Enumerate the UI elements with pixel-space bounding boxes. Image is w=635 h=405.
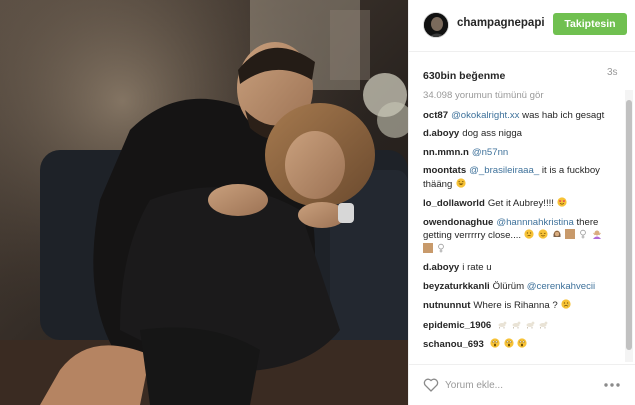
comment-text: i rate u bbox=[462, 262, 492, 273]
female-sign-icon bbox=[438, 243, 444, 252]
comment-item: epidemic_1906 bbox=[423, 319, 621, 333]
relieved-emoji-icon bbox=[538, 229, 548, 239]
username-link[interactable]: champagnepapi bbox=[457, 17, 545, 29]
comment-username[interactable]: lo_dollaworld bbox=[423, 198, 485, 209]
woman-gesturing-emoji-icon bbox=[592, 230, 601, 239]
comment-item: d.aboyy i rate u bbox=[423, 262, 621, 275]
comment-username[interactable]: beyzaturkkanli bbox=[423, 281, 490, 292]
scream-emoji-icon bbox=[517, 338, 527, 348]
skin-tone-emoji-icon bbox=[423, 242, 433, 253]
comment-username[interactable]: nn.mmn.n bbox=[423, 147, 469, 158]
woman-emoji-icon bbox=[553, 230, 561, 237]
view-all-comments-link[interactable]: 34.098 yorumun tümünü gör bbox=[423, 90, 621, 103]
comment-mention[interactable]: @cerenkahvecii bbox=[527, 281, 595, 292]
comments-scrollbar-thumb[interactable] bbox=[626, 100, 632, 350]
goat-emoji-icon bbox=[498, 321, 507, 328]
comment-username[interactable]: oct87 bbox=[423, 110, 448, 121]
goat-emoji-icon bbox=[526, 321, 535, 328]
laughing-emoji-icon bbox=[455, 177, 466, 188]
comment-text: Where is Rihanna ? bbox=[473, 300, 558, 311]
comment-item: nutnunnut Where is Rihanna ? bbox=[423, 299, 621, 313]
comment-username[interactable]: owendonaghue bbox=[423, 217, 493, 228]
comment-item: nn.mmn.n @n57nn bbox=[423, 147, 621, 160]
post-header: champagnepapi Takiptesin bbox=[409, 0, 635, 52]
comment-username[interactable]: nutnunnut bbox=[423, 300, 470, 311]
comment-input[interactable] bbox=[445, 376, 595, 394]
comment-mention[interactable]: @okokalright.xx bbox=[451, 110, 519, 121]
comment-mention[interactable]: @n57nn bbox=[472, 147, 508, 158]
comment-username[interactable]: d.aboyy bbox=[423, 262, 459, 273]
post-photo[interactable] bbox=[0, 0, 408, 405]
goat-emoji-icon bbox=[512, 321, 521, 328]
heart-eyes-emoji-icon bbox=[557, 197, 567, 207]
comment-item: moontats @_brasileiraaa_ it is a fuckboy … bbox=[423, 165, 621, 191]
comment-item: d.aboyy dog ass nigga bbox=[423, 128, 621, 141]
skin-tone-emoji-icon bbox=[564, 229, 575, 239]
scream-emoji-icon bbox=[504, 338, 514, 348]
comment-text: dog ass nigga bbox=[462, 128, 523, 139]
comment-mention[interactable]: @hannnahkristina bbox=[496, 217, 573, 228]
comment-username[interactable]: epidemic_1906 bbox=[423, 320, 491, 331]
comment-text: Ölürüm bbox=[492, 280, 525, 292]
comment-username[interactable]: moontats bbox=[423, 165, 466, 176]
likes-row: 630bin beğenme bbox=[423, 66, 623, 82]
post-sidebar: champagnepapi Takiptesin 630bin beğenme … bbox=[408, 0, 635, 405]
heart-outline-icon[interactable] bbox=[423, 377, 439, 393]
likes-count[interactable]: 630bin beğenme bbox=[423, 70, 505, 82]
thinking-emoji-icon bbox=[524, 229, 534, 239]
comments-list: 34.098 yorumun tümünü gör oct87 @okokalri… bbox=[423, 90, 621, 362]
comment-text: was hab ich gesagt bbox=[522, 109, 605, 121]
comment-item: schanou_693 bbox=[423, 338, 621, 352]
female-sign-icon bbox=[580, 229, 586, 239]
comment-item: lo_dollaworld Get it Aubrey!!!! bbox=[423, 197, 621, 211]
post-time[interactable]: 3s bbox=[607, 67, 618, 78]
comment-item: beyzaturkkanli Ölürüm @cerenkahvecii bbox=[423, 281, 621, 294]
comment-item: oct87 @okokalright.xx was hab ich gesagt bbox=[423, 110, 621, 123]
comment-username[interactable]: d.aboyy bbox=[423, 128, 459, 139]
comment-item: owendonaghue @hannnahkristina there getti… bbox=[423, 217, 621, 257]
comment-text: Get it Aubrey!!!! bbox=[487, 198, 554, 209]
avatar[interactable] bbox=[423, 12, 449, 38]
comment-footer bbox=[409, 364, 635, 405]
comment-mention[interactable]: @_brasileiraaa_ bbox=[469, 165, 539, 176]
goat-emoji-icon bbox=[539, 321, 548, 328]
more-options-icon[interactable] bbox=[601, 377, 623, 393]
sad-emoji-icon bbox=[561, 299, 571, 309]
follow-button[interactable]: Takiptesin bbox=[553, 13, 627, 35]
scream-emoji-icon bbox=[490, 338, 500, 348]
photo-illustration bbox=[0, 0, 408, 405]
comment-username[interactable]: schanou_693 bbox=[423, 339, 484, 350]
